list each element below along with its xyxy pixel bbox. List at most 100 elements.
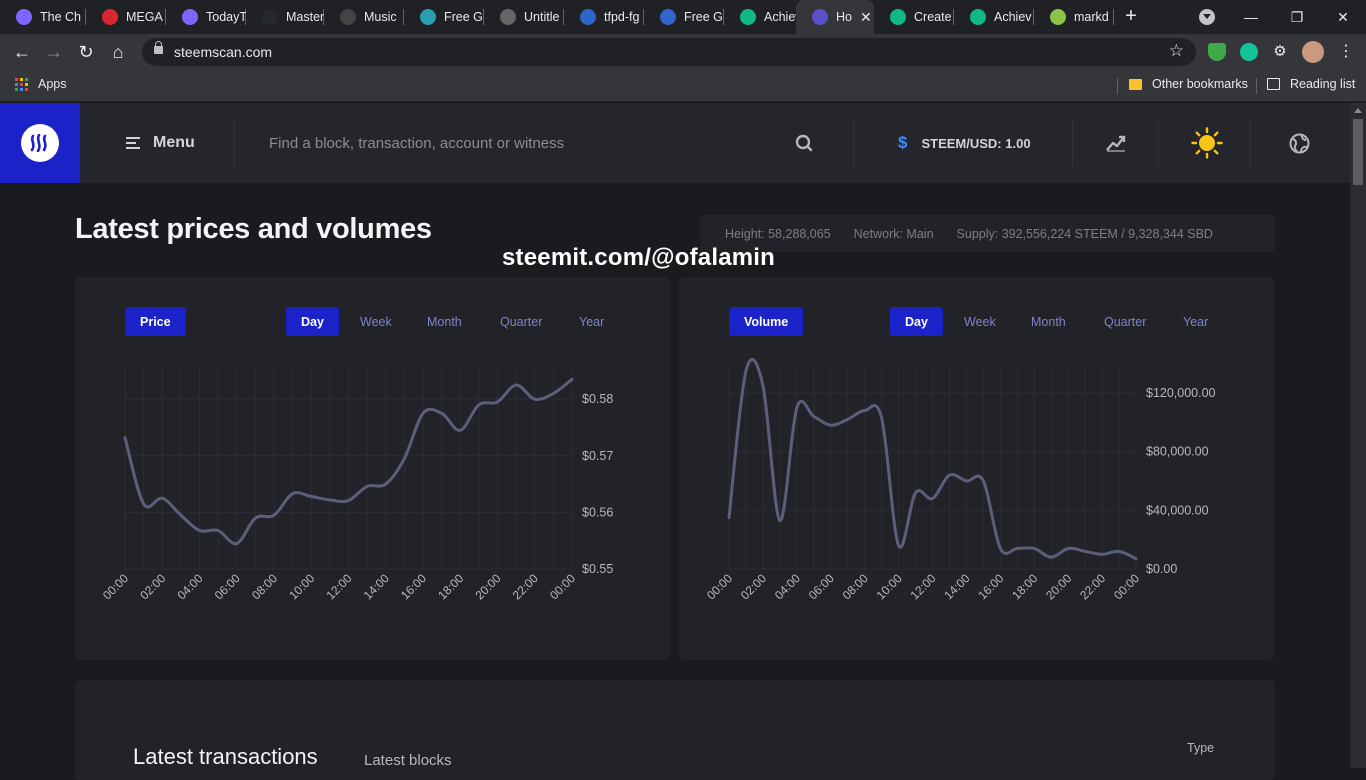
- browser-tab[interactable]: Achiev: [724, 0, 796, 34]
- folder-icon: [1129, 79, 1142, 90]
- page-scrollbar[interactable]: [1350, 103, 1366, 768]
- x-tick-label: 08:00: [840, 571, 871, 602]
- watermark-text: steemit.com/@ofalamin: [502, 244, 775, 272]
- tab-favicon-icon: [182, 9, 198, 25]
- tab-favicon-icon: [970, 9, 986, 25]
- restore-icon[interactable]: ❐: [1274, 0, 1320, 34]
- address-bar[interactable]: steemscan.com ☆: [142, 38, 1196, 66]
- browser-tab[interactable]: Ho ✕: [796, 0, 874, 34]
- home-icon[interactable]: ⌂: [106, 40, 130, 64]
- x-tick-label: 16:00: [975, 571, 1006, 602]
- y-tick-label: $120,000.00: [1146, 386, 1216, 400]
- y-tick-label: $0.55: [582, 562, 613, 576]
- tab-search-icon[interactable]: [1199, 9, 1215, 25]
- browser-tab[interactable]: Achiev: [954, 0, 1034, 34]
- menu-button[interactable]: Menu: [126, 103, 195, 183]
- tab-favicon-icon: [740, 9, 756, 25]
- bookmark-star-icon[interactable]: ☆: [1169, 41, 1184, 61]
- volume-chart-card: Volume DayWeekMonthQuarterYear $0.00$40,…: [679, 277, 1274, 660]
- browser-tab[interactable]: tfpd-fg: [564, 0, 644, 34]
- tab-favicon-icon: [500, 9, 516, 25]
- browser-tab[interactable]: Untitle: [484, 0, 564, 34]
- browser-tab[interactable]: The Ch: [0, 0, 86, 34]
- grammarly-extension-icon[interactable]: [1240, 43, 1258, 61]
- minimize-icon[interactable]: —: [1228, 0, 1274, 34]
- steem-price-text: STEEM/USD: 1.00: [921, 136, 1030, 151]
- tab-favicon-icon: [812, 9, 828, 25]
- latest-blocks-tab[interactable]: Latest blocks: [364, 752, 452, 769]
- extensions-puzzle-icon[interactable]: ⚙: [1271, 43, 1289, 61]
- x-tick-label: 12:00: [323, 571, 354, 602]
- network-name: Network: Main: [854, 227, 934, 241]
- tab-favicon-icon: [262, 9, 278, 25]
- browser-tab[interactable]: Free G: [404, 0, 484, 34]
- y-tick-label: $0.56: [582, 505, 613, 519]
- y-tick-label: $0.58: [582, 392, 613, 406]
- x-tick-label: 18:00: [435, 571, 466, 602]
- steem-price-indicator: $ STEEM/USD: 1.00: [898, 103, 1031, 183]
- x-tick-label: 20:00: [472, 571, 503, 602]
- x-tick-label: 12:00: [907, 571, 938, 602]
- shield-extension-icon[interactable]: [1208, 43, 1226, 61]
- tab-favicon-icon: [890, 9, 906, 25]
- browser-tab[interactable]: MEGA: [86, 0, 166, 34]
- tab-favicon-icon: [580, 9, 596, 25]
- price-line-chart: $0.55$0.56$0.57$0.5800:0002:0004:0006:00…: [75, 277, 670, 660]
- tab-favicon-icon: [1050, 9, 1066, 25]
- forward-arrow-icon[interactable]: →: [42, 40, 66, 64]
- browser-tab[interactable]: Create: [874, 0, 954, 34]
- chart-trend-icon[interactable]: [1106, 103, 1126, 183]
- globe-language-icon[interactable]: [1289, 103, 1310, 183]
- browser-tab[interactable]: markd: [1034, 0, 1114, 34]
- reload-icon[interactable]: ↻: [74, 40, 98, 64]
- x-tick-label: 04:00: [772, 571, 803, 602]
- tab-title: The Ch: [40, 10, 81, 24]
- browser-menu-icon[interactable]: ⋮: [1334, 40, 1358, 64]
- lock-icon: [154, 46, 163, 54]
- x-tick-label: 20:00: [1043, 571, 1074, 602]
- close-window-icon[interactable]: ✕: [1320, 0, 1366, 34]
- other-bookmarks[interactable]: Other bookmarks: [1129, 77, 1248, 91]
- x-tick-label: 08:00: [249, 571, 280, 602]
- close-tab-icon[interactable]: ✕: [860, 9, 872, 26]
- browser-tab[interactable]: Master: [246, 0, 324, 34]
- type-column-header: Type: [1187, 741, 1214, 755]
- bookmarks-bar: Apps Other bookmarks Reading list: [0, 70, 1366, 102]
- tab-title: Ho: [836, 10, 852, 24]
- x-tick-label: 22:00: [510, 571, 541, 602]
- browser-tab[interactable]: Free G: [644, 0, 724, 34]
- back-arrow-icon[interactable]: ←: [10, 40, 34, 64]
- x-tick-label: 22:00: [1077, 571, 1108, 602]
- site-header: Menu $ STEEM/USD: 1.00: [0, 103, 1350, 183]
- search-input[interactable]: [258, 125, 778, 161]
- tab-title: tfpd-fg: [604, 10, 639, 24]
- x-tick-label: 00:00: [547, 571, 578, 602]
- search-icon[interactable]: [795, 103, 813, 183]
- page-title: Latest prices and volumes: [75, 213, 432, 246]
- x-tick-label: 02:00: [137, 571, 168, 602]
- latest-transactions-tab[interactable]: Latest transactions: [133, 744, 318, 770]
- apps-bookmark[interactable]: Apps: [15, 77, 67, 91]
- tab-favicon-icon: [340, 9, 356, 25]
- scroll-up-icon[interactable]: [1354, 108, 1362, 113]
- scrollbar-thumb[interactable]: [1353, 119, 1363, 185]
- steem-logo-icon: [21, 124, 59, 162]
- x-tick-label: 14:00: [361, 571, 392, 602]
- x-tick-label: 00:00: [1111, 571, 1142, 602]
- tab-title: MEGA: [126, 10, 163, 24]
- profile-avatar[interactable]: [1302, 41, 1324, 63]
- x-tick-label: 00:00: [100, 571, 131, 602]
- browser-tab[interactable]: Music: [324, 0, 404, 34]
- steem-logo[interactable]: [0, 103, 80, 183]
- x-tick-label: 00:00: [704, 571, 735, 602]
- url-text[interactable]: steemscan.com: [174, 44, 272, 60]
- x-tick-label: 02:00: [738, 571, 769, 602]
- tab-title: TodayT: [206, 10, 246, 24]
- reading-list-icon: [1267, 78, 1280, 90]
- sun-theme-icon[interactable]: [1191, 103, 1223, 183]
- tab-title: Achiev: [764, 10, 796, 24]
- new-tab-button[interactable]: +: [1119, 4, 1143, 28]
- tab-title: Music: [364, 10, 397, 24]
- browser-tab[interactable]: TodayT: [166, 0, 246, 34]
- reading-list[interactable]: Reading list: [1267, 77, 1355, 91]
